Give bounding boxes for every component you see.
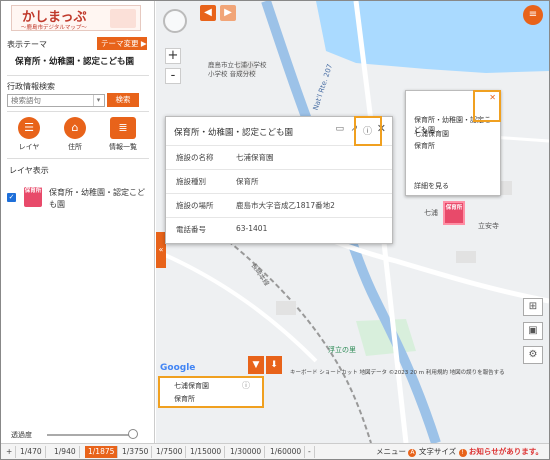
print-icon[interactable]: ▭ [335, 124, 344, 136]
scale-bar: + 1/470 1/940 1/1875 1/3750 1/7500 1/150… [1, 443, 549, 459]
zoom-out-button[interactable]: - [165, 68, 181, 84]
mini-popup-highlight-box: ✕ [473, 90, 501, 122]
popup-highlight-box [354, 116, 382, 146]
school-label-sub: 小学校 音成分校 [208, 70, 256, 78]
layers-icon: ☰ [18, 117, 40, 139]
park-label: 浮立の里 [328, 346, 356, 354]
popup-row: 施設種別 保育所 [166, 169, 392, 193]
opacity-label: 透過度 [11, 431, 32, 439]
layer-display-label: レイヤ表示 [9, 166, 49, 175]
facility-area-label: 七浦 [424, 209, 438, 217]
tool-layers[interactable]: ☰ レイヤ [9, 117, 49, 152]
popup-row-value: 保育所 [236, 177, 259, 186]
popup-title: 保育所・幼稚園・認定こども園 [174, 128, 294, 138]
theme-change-button[interactable]: テーマ変更 ▶ [97, 37, 147, 50]
theme-row: 表示テーマ テーマ変更 ▶ [7, 37, 149, 51]
popup-row-value: 63-1401 [236, 224, 268, 233]
notice-link[interactable]: お知らせがあります。 [469, 447, 543, 456]
mini-popup-type: 保育所 [414, 142, 435, 150]
chevron-down-icon[interactable]: ▾ [93, 95, 103, 106]
scale-option[interactable]: 1/7500 [153, 446, 187, 458]
settings-gear-icon[interactable]: ⚙ [523, 346, 543, 364]
theme-label: 表示テーマ [7, 40, 47, 49]
building [276, 301, 296, 315]
logo-illustration [110, 9, 136, 28]
divider [7, 111, 149, 112]
list-icon: ≣ [110, 117, 136, 139]
layers-stack-icon[interactable]: ▣ [523, 322, 543, 340]
scale-option-active[interactable]: 1/1875 [85, 446, 119, 458]
menu-link[interactable]: メニュー [376, 447, 406, 456]
mini-popup-name: 七浦保育園 [414, 130, 449, 138]
tooltip-name: 七浦保育園 [174, 382, 209, 390]
popup-row: 電話番号 63-1401 [166, 217, 392, 241]
detail-link[interactable]: 詳細を見る [414, 181, 449, 191]
tooltip-type: 保育所 [174, 395, 195, 403]
home-icon: ⌂ [64, 117, 86, 139]
scale-option[interactable]: 1/30000 [227, 446, 266, 458]
measure-icon[interactable]: ⊞ [523, 298, 543, 316]
map-attribution: キーボード ショートカット 地図データ ©2023 20 m 利用規約 地図の誤… [290, 370, 505, 376]
notice-icon: ! [458, 449, 467, 457]
tool-label: 住所 [68, 143, 82, 151]
popup-row-value: 七浦保育園 [236, 153, 274, 162]
popup-row: 施設の場所 鹿島市大字音成乙1817番地2 [166, 193, 392, 217]
footer-links: メニュー A 文字サイズ ! お知らせがあります。 [376, 446, 543, 458]
popup-row: 施設の名称 七浦保育園 [166, 145, 392, 169]
location-pin-icon[interactable]: ⬇ [266, 356, 282, 374]
tool-info-list[interactable]: ≣ 情報一覧 [103, 117, 143, 152]
current-theme-name: 保育所・幼稚園・認定こども園 [15, 57, 135, 67]
pan-control-icon[interactable] [163, 9, 187, 33]
google-logo: Google [160, 363, 196, 373]
close-icon[interactable]: ✕ [489, 93, 496, 102]
popup-row-key: 施設の名称 [176, 153, 214, 162]
divider [7, 75, 149, 76]
scale-option[interactable]: 1/3750 [119, 446, 153, 458]
opacity-slider-handle[interactable] [127, 429, 138, 439]
layer-item[interactable]: ✓ 保育所 保育所・幼稚園・認定こども園 [7, 185, 149, 213]
map-menu-icon[interactable]: ≡ [523, 5, 543, 25]
tool-label: レイヤ [18, 143, 40, 151]
pin-icon[interactable]: ▼ [248, 356, 264, 374]
scale-option[interactable]: 1/15000 [187, 446, 226, 458]
popup-row-key: 施設種別 [176, 177, 206, 186]
tool-label: 情報一覧 [109, 143, 137, 151]
search-button[interactable]: 検索 [107, 93, 139, 107]
opacity-control: 透過度 [7, 427, 149, 441]
layer-icon-text: 保育所 [24, 188, 42, 194]
admin-search-label: 行政情報検索 [7, 82, 55, 91]
nursery-layer-icon: 保育所 [24, 187, 42, 207]
scale-option[interactable]: 1/470 [17, 446, 46, 458]
popup-row-key: 施設の場所 [176, 201, 214, 210]
marker-text: 保育所 [445, 205, 463, 211]
opacity-slider-track[interactable] [47, 434, 137, 436]
scale-plus-button[interactable]: + [3, 446, 17, 458]
building [456, 251, 476, 263]
sidebar: かしまっぷ ～鹿島市デジタルマップ～ 表示テーマ テーマ変更 ▶ 保育所・幼稚園… [1, 1, 155, 443]
text-size-icon: A [408, 449, 417, 457]
forward-arrow-icon[interactable]: ▶ [220, 5, 236, 21]
back-arrow-icon[interactable]: ◀ [200, 5, 216, 21]
zoom-in-button[interactable]: + [165, 48, 181, 64]
scale-minus-button[interactable]: - [305, 446, 315, 458]
layer-item-label: 保育所・幼稚園・認定こども園 [49, 188, 145, 209]
tool-address[interactable]: ⌂ 住所 [55, 117, 95, 152]
temple-label: 立安寺 [478, 222, 499, 230]
search-input[interactable]: 検索語句 [7, 94, 105, 107]
popup-row-value: 鹿島市大字音成乙1817番地2 [236, 201, 335, 210]
popup-row-key: 電話番号 [176, 225, 206, 234]
scale-option[interactable]: 1/940 [51, 446, 80, 458]
info-icon[interactable]: ⓘ [242, 380, 250, 391]
logo-subtitle: ～鹿島市デジタルマップ～ [21, 25, 87, 31]
facility-tooltip[interactable]: 七浦保育園 保育所 ⓘ [158, 376, 264, 408]
text-size-link[interactable]: 文字サイズ [419, 447, 456, 456]
nursery-map-marker[interactable]: 保育所 [443, 201, 465, 225]
layer-checkbox[interactable]: ✓ [7, 193, 16, 202]
scale-option[interactable]: 1/60000 [267, 446, 306, 458]
divider [7, 158, 149, 159]
